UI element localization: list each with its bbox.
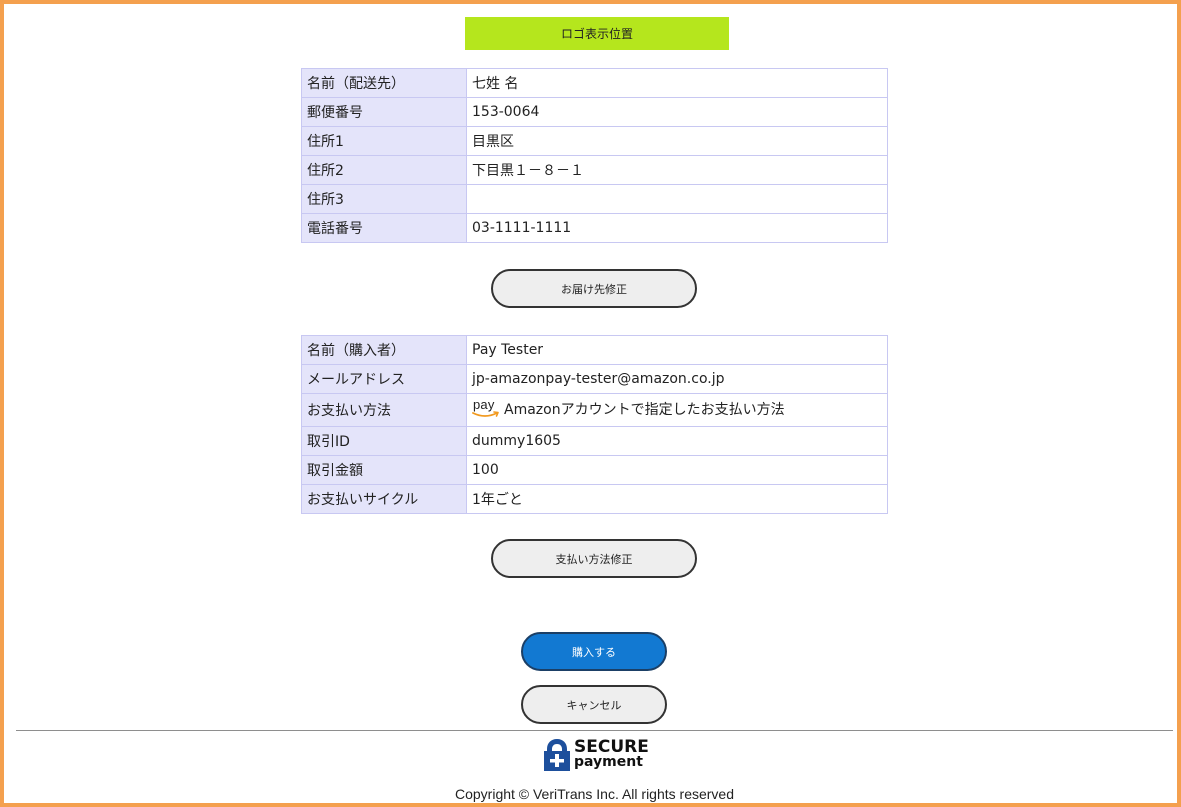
email-value: jp-amazonpay-tester@amazon.co.jp bbox=[466, 364, 888, 394]
address3-value bbox=[466, 184, 888, 214]
shipping-table: 名前（配送先） 七姓 名 郵便番号 153-0064 住所1 目黒区 住所2 下… bbox=[301, 68, 888, 243]
transaction-amount-value: 100 bbox=[466, 455, 888, 485]
page-frame: ロゴ表示位置 名前（配送先） 七姓 名 郵便番号 153-0064 住所1 目黒… bbox=[0, 0, 1181, 807]
edit-shipping-button-label: お届け先修正 bbox=[561, 282, 627, 296]
table-row: メールアドレス jp-amazonpay-tester@amazon.co.jp bbox=[301, 364, 888, 394]
payment-method-value: Amazonアカウントで指定したお支払い方法 bbox=[504, 402, 785, 418]
table-row: 電話番号 03-1111-1111 bbox=[301, 213, 888, 243]
amazon-smile-icon bbox=[472, 411, 499, 417]
logo-placeholder: ロゴ表示位置 bbox=[465, 17, 729, 50]
table-row: 郵便番号 153-0064 bbox=[301, 97, 888, 127]
cancel-button[interactable]: キャンセル bbox=[521, 685, 667, 724]
payment-method-label: お支払い方法 bbox=[301, 393, 467, 427]
address2-label: 住所2 bbox=[301, 155, 467, 185]
cancel-button-label: キャンセル bbox=[566, 698, 622, 712]
payment-method-value-cell: pay Amazonアカウントで指定したお支払い方法 bbox=[466, 393, 888, 427]
shipping-name-label: 名前（配送先） bbox=[301, 68, 467, 98]
phone-value: 03-1111-1111 bbox=[466, 213, 888, 243]
buyer-name-label: 名前（購入者） bbox=[301, 335, 467, 365]
address2-value: 下目黒１－８－１ bbox=[466, 155, 888, 185]
payment-cycle-label: お支払いサイクル bbox=[301, 484, 467, 514]
purchase-button-label: 購入する bbox=[572, 645, 616, 659]
copyright-text: Copyright © VeriTrans Inc. All rights re… bbox=[454, 786, 734, 802]
table-row: 取引ID dummy1605 bbox=[301, 426, 888, 456]
edit-payment-method-button[interactable]: 支払い方法修正 bbox=[491, 539, 697, 578]
transaction-id-label: 取引ID bbox=[301, 426, 467, 456]
shipping-name-value: 七姓 名 bbox=[466, 68, 888, 98]
amazon-pay-icon: pay bbox=[472, 397, 502, 421]
address1-value: 目黒区 bbox=[466, 126, 888, 156]
buyer-name-value: Pay Tester bbox=[466, 335, 888, 365]
transaction-amount-label: 取引金額 bbox=[301, 455, 467, 485]
email-label: メールアドレス bbox=[301, 364, 467, 394]
table-row: 名前（購入者） Pay Tester bbox=[301, 335, 888, 365]
address1-label: 住所1 bbox=[301, 126, 467, 156]
table-row: 住所2 下目黒１－８－１ bbox=[301, 155, 888, 185]
table-row: 取引金額 100 bbox=[301, 455, 888, 485]
payment-logo-text: payment bbox=[574, 754, 643, 770]
edit-shipping-button[interactable]: お届け先修正 bbox=[491, 269, 697, 308]
amazon-pay-logo-text: pay bbox=[473, 397, 495, 412]
payment-cycle-value: 1年ごと bbox=[466, 484, 888, 514]
address3-label: 住所3 bbox=[301, 184, 467, 214]
footer-divider bbox=[16, 730, 1173, 731]
postal-code-label: 郵便番号 bbox=[301, 97, 467, 127]
table-row: お支払いサイクル 1年ごと bbox=[301, 484, 888, 514]
transaction-id-value: dummy1605 bbox=[466, 426, 888, 456]
postal-code-value: 153-0064 bbox=[466, 97, 888, 127]
edit-payment-method-button-label: 支払い方法修正 bbox=[555, 552, 633, 566]
table-row: お支払い方法 pay Amazonアカウントで指定したお支払い方法 bbox=[301, 393, 888, 427]
table-row: 住所3 bbox=[301, 184, 888, 214]
purchase-table: 名前（購入者） Pay Tester メールアドレス jp-amazonpay-… bbox=[301, 335, 888, 514]
secure-payment-logo: SECURE payment bbox=[542, 738, 649, 774]
purchase-button[interactable]: 購入する bbox=[521, 632, 667, 671]
logo-placeholder-label: ロゴ表示位置 bbox=[560, 27, 633, 41]
shield-lock-icon bbox=[544, 739, 570, 771]
table-row: 住所1 目黒区 bbox=[301, 126, 888, 156]
phone-label: 電話番号 bbox=[301, 213, 467, 243]
table-row: 名前（配送先） 七姓 名 bbox=[301, 68, 888, 98]
